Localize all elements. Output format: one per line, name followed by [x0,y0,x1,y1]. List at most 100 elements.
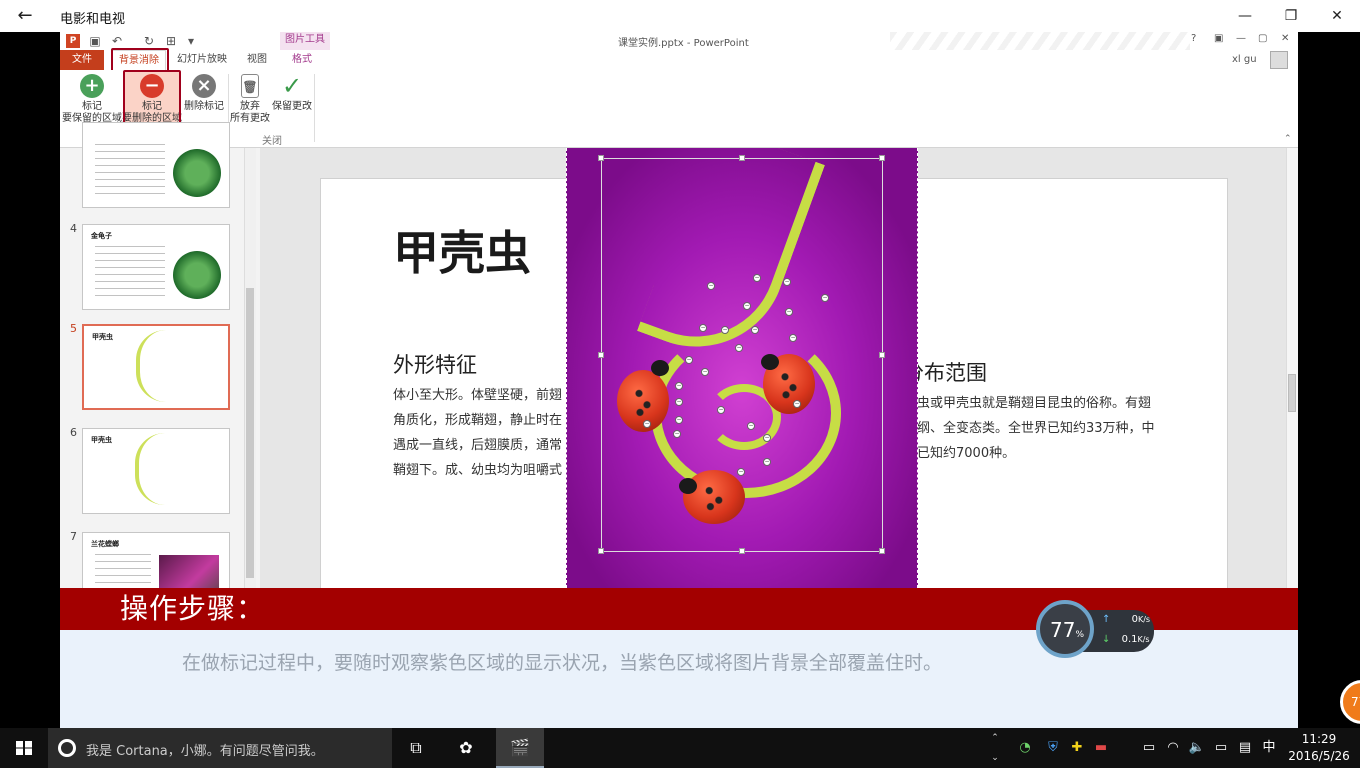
tab-format[interactable]: 格式 [286,50,318,70]
wifi-icon[interactable]: ◔ [1016,739,1034,757]
security-shield-icon[interactable]: ⛨ [1044,739,1062,757]
thumbnail-number: 7 [70,530,77,543]
taskbar: 我是 Cortana，小娜。有问题尽管问我。 ⧉ ✿ 🎬 ⌃ ⌄ ◔ ⛨ ✚ ▬ … [0,728,1360,768]
tab-slideshow[interactable]: 幻灯片放映 [174,50,230,70]
minimize-button[interactable]: — [1222,0,1268,32]
resize-handle[interactable] [879,352,885,358]
thumbnail-number: 5 [70,322,77,335]
tray-scroll-icon[interactable]: ⌃ ⌄ [988,728,1002,768]
mark-keep-label-1: 标记 [82,101,102,112]
picture-selection-box[interactable] [598,155,885,554]
upload-speed: ↑ 0K/s [1102,614,1150,625]
resize-handle[interactable] [879,548,885,554]
slide-thumbnail-pane: 4 金龟子 5 甲壳虫 6 甲壳虫 7 兰花螳螂 [60,122,260,618]
memory-percent-value: 77 [1050,618,1076,642]
pinwheel-app-icon[interactable]: ✿ [442,728,490,768]
resize-handle[interactable] [739,548,745,554]
ime-indicator[interactable]: 中 [1260,739,1278,757]
checkmark-icon: ✓ [281,72,303,100]
user-name[interactable]: xl gu [1232,54,1257,65]
picture-tools-group-label: 图片工具 [280,32,330,50]
redo-icon[interactable]: ↻ [142,34,156,48]
right-body[interactable]: 虫或甲壳虫就是鞘翅目昆虫的俗称。有翅 纲、全变态类。全世界已知约33万种，中 已… [917,391,1155,466]
network-speed-widget[interactable]: ↑ 0K/s ↓ 0.1 K/s 77% [1036,600,1154,662]
ppt-close-icon[interactable]: ✕ [1281,33,1289,44]
collapse-ribbon-icon[interactable]: ⌃ [1284,134,1292,144]
slide-thumbnail[interactable] [82,122,230,208]
clock[interactable]: 11:29 2016/5/26 [1285,731,1353,765]
tab-file[interactable]: 文件 [60,50,104,70]
customize-qat-icon[interactable]: ▾ [184,34,198,48]
start-button[interactable] [0,728,48,768]
undo-icon[interactable]: ↶ [110,34,124,48]
ppt-minimize-icon[interactable]: — [1236,33,1246,44]
ppt-title-row: P ▣ ↶ ↻ ⊞ ▾ 图片工具 课堂实例.pptx - PowerPoint … [60,32,1298,68]
slide-title[interactable]: 甲壳虫 [393,217,531,283]
slide-scrollbar[interactable] [1286,148,1298,588]
thumbnail-scroll-thumb[interactable] [246,288,254,578]
slide-thumbnail[interactable]: 甲壳虫 [82,428,230,514]
delete-mark-icon: × [192,74,216,98]
ladybug-picture-bg-removal[interactable]: − − − − − − − − − − − − − − − − − − − − … [566,124,918,588]
group-close-label: 关闭 [262,136,282,147]
thumbnail-title: 兰花螳螂 [91,540,119,548]
ladybug-image [136,330,176,402]
resize-handle[interactable] [598,352,604,358]
ribbon-tabs: 文件 背景消除 幻灯片放映 视图 格式 xl gu [60,48,1298,72]
right-body-line: 虫或甲壳虫就是鞘翅目昆虫的俗称。有翅 [917,396,1152,411]
thumbnail-text-lines [95,141,165,195]
slide-thumbnail[interactable]: 金龟子 [82,224,230,310]
clock-time: 11:29 [1301,732,1337,746]
save-icon[interactable]: ▣ [88,34,102,48]
ribbon-display-icon[interactable]: ▣ [1214,33,1223,44]
left-heading[interactable]: 外形特征 [393,349,477,379]
ribbon-body: + 标记 要保留的区域 − 标记 要删除的区域 × 删除标记 优化 🗑 放弃 所… [60,70,1298,148]
volume-icon[interactable]: 🔈 [1188,739,1206,757]
network-icon[interactable]: ◠ [1164,739,1182,757]
help-icon[interactable]: ? [1191,33,1196,44]
mark-areas-to-keep-button[interactable]: + 标记 要保留的区域 [60,74,124,125]
restore-button[interactable]: ❐ [1268,0,1314,32]
avatar[interactable] [1270,51,1288,69]
start-slideshow-icon[interactable]: ⊞ [164,34,178,48]
ribbon-separator [314,74,315,142]
tab-view[interactable]: 视图 [242,50,272,70]
left-body-line: 角质化，形成鞘翅，静止时在 [393,413,563,428]
action-center-icon[interactable]: ▤ [1236,739,1254,757]
download-value: 0.1 [1121,634,1138,645]
speed-unit: K/s [1137,615,1151,624]
memory-usage-gauge[interactable]: 77% [1036,600,1094,658]
back-arrow-icon[interactable]: ← [14,5,36,27]
download-arrow-icon: ↓ [1102,634,1111,645]
close-button[interactable]: ✕ [1314,0,1360,32]
resize-handle[interactable] [598,548,604,554]
plus-circle-icon: + [80,74,104,98]
slide-edit-area[interactable]: 甲壳虫 外形特征 体小至大形。体壁坚硬，前翅 角质化，形成鞘翅，静止时在 遇成一… [260,124,1298,678]
cortana-search-box[interactable]: 我是 Cortana，小娜。有问题尽管问我。 [48,728,392,768]
slide-thumbnail-selected[interactable]: 甲壳虫 [82,324,230,410]
upload-arrow-icon: ↑ [1102,614,1111,625]
movies-tv-app-icon[interactable]: 🎬 [496,728,544,768]
clock-date: 2016/5/26 [1288,749,1350,763]
powerpoint-logo-icon: P [66,34,80,48]
plus-badge-icon[interactable]: ✚ [1068,739,1086,757]
memory-percent-unit: % [1075,630,1085,640]
battery-icon[interactable]: ▭ [1140,739,1158,757]
left-body-line: 遇成一直线，后翅膜质，通常 [393,438,563,453]
right-body-line: 已知约7000种。 [917,446,1016,461]
left-body[interactable]: 体小至大形。体壁坚硬，前翅 角质化，形成鞘翅，静止时在 遇成一直线，后翅膜质，通… [393,383,562,483]
discard-label-1: 放弃 [240,101,260,112]
beetle-image [173,251,221,299]
floating-assistant-badge[interactable]: 77 [1340,680,1360,724]
resize-handle[interactable] [598,155,604,161]
discard-label-2: 所有更改 [230,113,270,124]
slide-scroll-thumb[interactable] [1288,374,1296,412]
display-icon[interactable]: ▭ [1212,739,1230,757]
resize-handle[interactable] [739,155,745,161]
resize-handle[interactable] [879,155,885,161]
tray-app-icon[interactable]: ▬ [1092,739,1110,757]
app-title: 电影和电视 [60,12,126,27]
ppt-restore-icon[interactable]: ▢ [1258,33,1267,44]
thumbnail-number: 6 [70,426,77,439]
task-view-icon[interactable]: ⧉ [392,728,440,768]
